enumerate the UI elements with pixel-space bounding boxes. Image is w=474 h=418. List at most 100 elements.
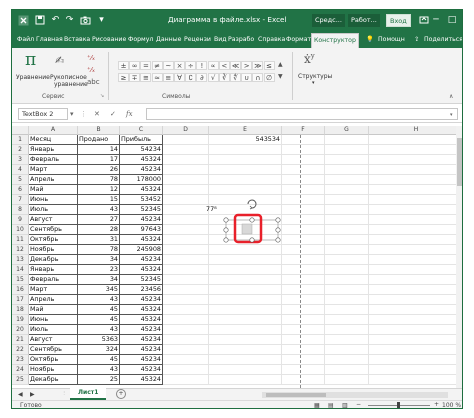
cell[interactable] bbox=[282, 185, 325, 195]
row-header[interactable]: 3 bbox=[12, 155, 29, 165]
header-cell[interactable]: Продано bbox=[78, 135, 120, 145]
sold-cell[interactable]: 26 bbox=[78, 165, 120, 175]
cell[interactable] bbox=[369, 345, 462, 355]
row-header[interactable]: 7 bbox=[12, 195, 29, 205]
symbol-button[interactable]: ≡ bbox=[162, 73, 174, 82]
scrollbar-thumb[interactable] bbox=[457, 138, 462, 186]
minimize-button[interactable]: ─ bbox=[428, 14, 444, 27]
resize-handle[interactable] bbox=[249, 217, 255, 223]
ink-equation-icon[interactable]: ✍ bbox=[55, 54, 64, 67]
cell[interactable] bbox=[369, 355, 462, 365]
sold-cell[interactable]: 43 bbox=[78, 295, 120, 305]
header-cell[interactable]: Прибыль bbox=[120, 135, 163, 145]
cell[interactable] bbox=[325, 165, 369, 175]
cell[interactable] bbox=[163, 375, 209, 385]
symbol-button[interactable]: ∂ bbox=[196, 73, 208, 82]
structures-button-label[interactable]: Структуры bbox=[298, 73, 332, 80]
symbol-button[interactable]: ∅ bbox=[263, 73, 275, 82]
cell[interactable] bbox=[163, 185, 209, 195]
resize-handle[interactable] bbox=[275, 217, 281, 223]
symbol-button[interactable]: < bbox=[218, 61, 230, 70]
sold-cell[interactable]: 45 bbox=[78, 355, 120, 365]
cell[interactable] bbox=[325, 195, 369, 205]
sold-cell[interactable]: 27 bbox=[78, 215, 120, 225]
cell[interactable] bbox=[163, 345, 209, 355]
column-header[interactable]: H bbox=[369, 126, 462, 135]
profit-cell[interactable]: 45324 bbox=[120, 185, 163, 195]
cell[interactable] bbox=[369, 305, 462, 315]
cell[interactable] bbox=[163, 335, 209, 345]
tab-formulas[interactable]: Формул bbox=[126, 33, 155, 48]
add-sheet-button[interactable]: + bbox=[116, 389, 126, 399]
cell[interactable] bbox=[325, 275, 369, 285]
month-cell[interactable]: Апрель bbox=[29, 295, 78, 305]
cell[interactable] bbox=[369, 285, 462, 295]
gallery-scroll-up-icon[interactable]: ▲ bbox=[278, 61, 283, 68]
rotate-handle-icon[interactable] bbox=[247, 199, 257, 209]
cell[interactable] bbox=[209, 295, 282, 305]
symbol-button[interactable]: ∁ bbox=[185, 73, 197, 82]
cell[interactable] bbox=[325, 175, 369, 185]
month-cell[interactable]: Июнь bbox=[29, 195, 78, 205]
cell[interactable] bbox=[163, 265, 209, 275]
equation-button-label[interactable]: Уравнение bbox=[16, 74, 50, 81]
chevron-down-icon[interactable]: ▾ bbox=[312, 80, 315, 86]
profit-cell[interactable]: 53452 bbox=[120, 195, 163, 205]
symbol-button[interactable]: = bbox=[140, 61, 152, 70]
symbol-button[interactable]: ∞ bbox=[129, 61, 141, 70]
normal-view-icon[interactable]: ▦ bbox=[314, 402, 320, 408]
enter-icon[interactable]: ✓ bbox=[110, 108, 116, 120]
cell[interactable] bbox=[325, 225, 369, 235]
row-header[interactable]: 19 bbox=[12, 315, 29, 325]
row-header[interactable]: 21 bbox=[12, 335, 29, 345]
cell[interactable] bbox=[369, 335, 462, 345]
cell[interactable] bbox=[209, 325, 282, 335]
column-header[interactable]: A bbox=[29, 126, 78, 135]
symbol-button[interactable]: ∀ bbox=[174, 73, 185, 82]
cell[interactable] bbox=[209, 275, 282, 285]
cell[interactable] bbox=[163, 275, 209, 285]
symbol-button[interactable]: ≫ bbox=[252, 61, 264, 70]
column-header[interactable]: F bbox=[282, 126, 325, 135]
profit-cell[interactable]: 45324 bbox=[120, 265, 163, 275]
cell[interactable] bbox=[325, 135, 369, 145]
cell[interactable] bbox=[209, 315, 282, 325]
month-cell[interactable]: Декабрь bbox=[29, 255, 78, 265]
cell[interactable] bbox=[209, 355, 282, 365]
cell[interactable] bbox=[369, 265, 462, 275]
symbol-button[interactable]: ∩ bbox=[252, 73, 264, 82]
month-cell[interactable]: Октябрь bbox=[29, 235, 78, 245]
cell[interactable] bbox=[163, 365, 209, 375]
cell[interactable] bbox=[325, 255, 369, 265]
cell[interactable] bbox=[369, 235, 462, 245]
month-cell[interactable]: Январь bbox=[29, 145, 78, 155]
row-header[interactable]: 24 bbox=[12, 365, 29, 375]
column-header[interactable]: E bbox=[209, 126, 282, 135]
cell[interactable] bbox=[282, 175, 325, 185]
symbol-button[interactable]: ≈ bbox=[151, 73, 163, 82]
month-cell[interactable]: Октябрь bbox=[29, 355, 78, 365]
cell[interactable] bbox=[163, 135, 209, 145]
cell[interactable] bbox=[209, 305, 282, 315]
cell[interactable] bbox=[325, 285, 369, 295]
month-cell[interactable]: Август bbox=[29, 335, 78, 345]
sold-cell[interactable]: 12 bbox=[78, 185, 120, 195]
sheet-prev-icon[interactable]: ◀ bbox=[18, 391, 23, 398]
cell[interactable] bbox=[282, 315, 325, 325]
sold-cell[interactable]: 43 bbox=[78, 205, 120, 215]
tell-me-search[interactable]: Помощн bbox=[376, 33, 407, 48]
symbol-button[interactable]: ∛ bbox=[218, 73, 230, 82]
row-header[interactable]: 2 bbox=[12, 145, 29, 155]
resize-handle[interactable] bbox=[223, 237, 229, 243]
cell[interactable] bbox=[325, 375, 369, 385]
cell[interactable] bbox=[282, 305, 325, 315]
cell[interactable] bbox=[282, 335, 325, 345]
linear-format-icon[interactable]: ⁺⁄ₓ bbox=[87, 66, 95, 74]
row-header[interactable]: 15 bbox=[12, 275, 29, 285]
cell[interactable] bbox=[282, 155, 325, 165]
row-header[interactable]: 16 bbox=[12, 285, 29, 295]
cell[interactable] bbox=[325, 185, 369, 195]
cell[interactable] bbox=[325, 265, 369, 275]
cell[interactable] bbox=[163, 315, 209, 325]
row-header[interactable]: 23 bbox=[12, 355, 29, 365]
